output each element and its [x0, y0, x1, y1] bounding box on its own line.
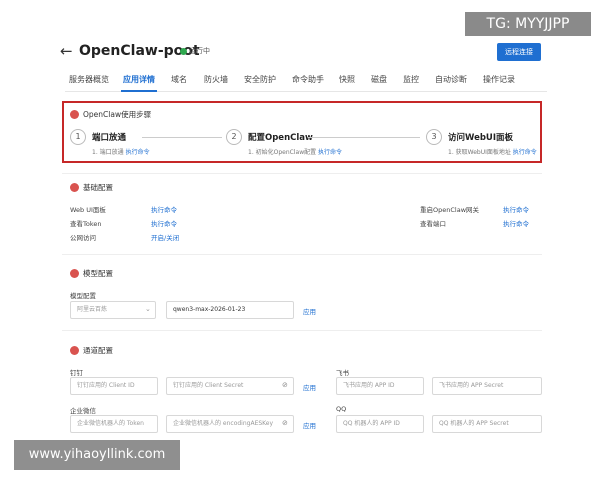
feishu-label: 飞书 [336, 369, 349, 377]
channel-config-title: 通道配置 [83, 346, 113, 355]
wecom-label: 企业微信 [70, 407, 96, 415]
step-connector [142, 137, 222, 138]
watermark-url: www.yihaoyllink.com [14, 440, 180, 470]
webui-run-command-link[interactable]: 执行命令 [151, 204, 177, 214]
tab-operation-log[interactable]: 操作记录 [483, 74, 515, 85]
wecom-apply-button[interactable]: 应用 [303, 420, 316, 430]
step-1-title: 端口放通 [92, 133, 127, 143]
steps-title: OpenClaw使用步骤 [83, 110, 152, 119]
tab-domain[interactable]: 域名 [171, 74, 187, 85]
step-3-title: 访问WebUI面板 [448, 133, 513, 143]
section-divider [62, 254, 542, 255]
public-access-toggle-link[interactable]: 开启/关闭 [151, 232, 179, 242]
openclaw-logo-icon [70, 269, 79, 278]
model-apply-button[interactable]: 应用 [303, 306, 316, 316]
restart-gateway-label: 重启OpenClaw网关 [420, 206, 480, 214]
step-3-number: 3 [426, 129, 442, 145]
model-config-title: 模型配置 [83, 269, 113, 278]
wecom-token-input[interactable]: 企业微信机器人的 Token [70, 415, 158, 433]
public-access-label: 公网访问 [70, 234, 96, 242]
tab-app-details[interactable]: 应用详情 [123, 74, 155, 85]
watermark-tag: TG: MYYJJPP [465, 12, 591, 36]
qq-app-id-input[interactable]: QQ 机器人的 APP ID [336, 415, 424, 433]
step-1-run-command-link[interactable]: 执行命令 [126, 149, 150, 156]
feishu-app-id-input[interactable]: 飞书应用的 APP ID [336, 377, 424, 395]
view-port-run-command-link[interactable]: 执行命令 [503, 218, 529, 228]
dingtalk-client-id-input[interactable]: 钉钉应用的 Client ID [70, 377, 158, 395]
qq-label: QQ [336, 405, 347, 413]
dingtalk-client-secret-input[interactable]: 钉钉应用的 Client Secret [166, 377, 294, 395]
model-provider-select[interactable]: 阿里云百炼 [70, 301, 156, 319]
tab-disk[interactable]: 磁盘 [371, 74, 387, 85]
openclaw-logo-icon [70, 346, 79, 355]
step-3-desc: 1. 获取WebUI面板地址 执行命令 [448, 149, 537, 156]
usage-steps-panel: OpenClaw使用步骤 1 端口放通 1. 端口放通 执行命令 2 配置Ope… [62, 101, 542, 163]
step-2-run-command-link[interactable]: 执行命令 [318, 149, 342, 156]
feishu-app-secret-input[interactable]: 飞书应用的 APP Secret [432, 377, 542, 395]
section-divider [62, 330, 542, 331]
step-connector [308, 137, 420, 138]
qq-app-secret-input[interactable]: QQ 机器人的 APP Secret [432, 415, 542, 433]
webui-panel-label: Web UI面板 [70, 206, 106, 214]
tab-snapshot[interactable]: 快照 [339, 74, 355, 85]
tab-security[interactable]: 安全防护 [244, 74, 276, 85]
remote-connect-button[interactable]: 远程连接 [497, 43, 541, 61]
model-config-label: 模型配置 [70, 292, 96, 300]
status-badge: 运行中 [189, 47, 210, 55]
model-name-input[interactable]: qwen3-max-2026-01-23 [166, 301, 294, 319]
step-2-title: 配置OpenClaw [248, 133, 313, 143]
active-tab-indicator [121, 90, 157, 92]
eye-hidden-icon[interactable]: ⊘ [282, 381, 288, 389]
view-token-label: 查看Token [70, 220, 102, 228]
status-running-icon [180, 48, 187, 55]
step-2-desc: 1. 初始化OpenClaw配置 执行命令 [248, 149, 343, 156]
view-port-label: 查看端口 [420, 220, 446, 228]
dingtalk-label: 钉钉 [70, 369, 83, 377]
dingtalk-apply-button[interactable]: 应用 [303, 382, 316, 392]
step-1-desc: 1. 端口放通 执行命令 [92, 149, 150, 156]
step-2-number: 2 [226, 129, 242, 145]
basic-config-title: 基础配置 [83, 183, 113, 192]
restart-gateway-run-command-link[interactable]: 执行命令 [503, 204, 529, 214]
step-3-run-command-link[interactable]: 执行命令 [513, 149, 537, 156]
tab-firewall[interactable]: 防火墙 [204, 74, 228, 85]
openclaw-logo-icon [70, 110, 79, 119]
tab-server-overview[interactable]: 服务器概览 [69, 74, 109, 85]
tab-monitor[interactable]: 监控 [403, 74, 419, 85]
wecom-aeskey-input[interactable]: 企业微信机器人的 encodingAESKey [166, 415, 294, 433]
tab-bar: 服务器概览 应用详情 域名 防火墙 安全防护 命令助手 快照 磁盘 监控 自动诊… [65, 70, 547, 92]
back-arrow-icon[interactable]: ← [60, 42, 73, 60]
chevron-down-icon: ⌄ [145, 305, 151, 313]
tab-command-assistant[interactable]: 命令助手 [292, 74, 324, 85]
app-header: ← OpenClaw-poot 运行中 远程连接 [57, 40, 547, 70]
view-token-run-command-link[interactable]: 执行命令 [151, 218, 177, 228]
tab-auto-diagnosis[interactable]: 自动诊断 [435, 74, 467, 85]
step-1-number: 1 [70, 129, 86, 145]
openclaw-logo-icon [70, 183, 79, 192]
section-divider [62, 173, 542, 174]
eye-hidden-icon[interactable]: ⊘ [282, 419, 288, 427]
